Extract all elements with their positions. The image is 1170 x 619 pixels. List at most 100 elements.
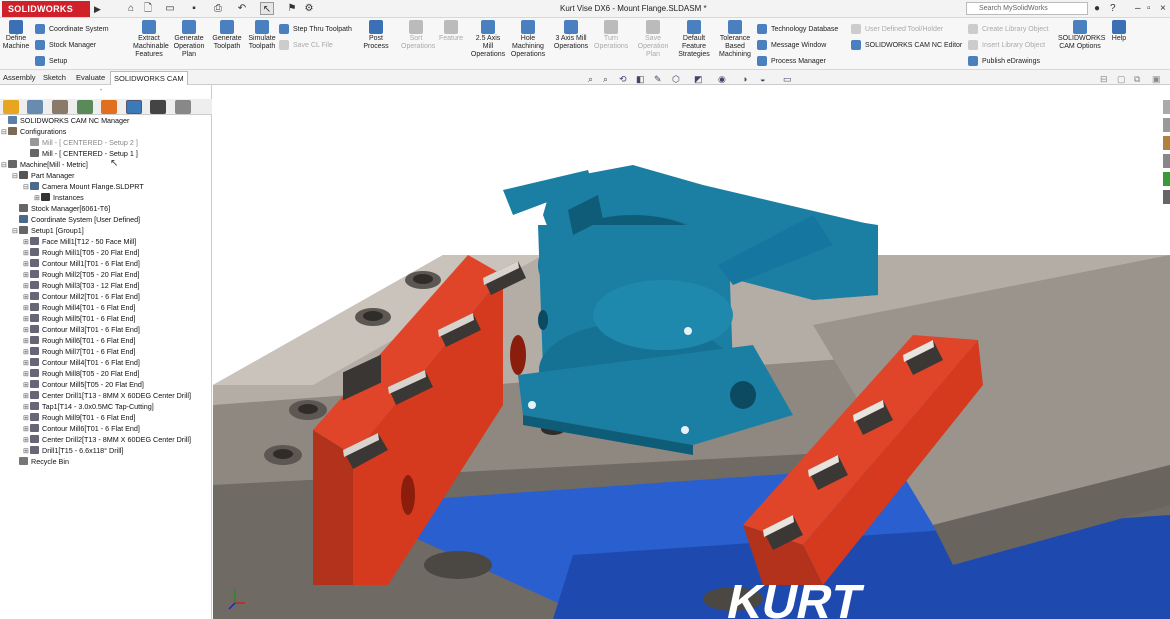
tab-assembly[interactable]: Assembly [0,71,39,85]
property-manager-tab-icon[interactable] [27,100,43,114]
tolerance-based-machining-button[interactable]: Tolerance Based Machining [716,20,754,59]
2-5-axis-mill-button[interactable]: 2.5 Axis Mill Operations [470,20,506,59]
tree-item[interactable]: Coordinate System [User Defined] [0,214,212,225]
generate-operation-plan-button[interactable]: Generate Operation Plan [172,20,206,59]
scene-icon[interactable]: ◒ [760,73,765,85]
tree-item[interactable]: ⊞ Rough Mill9[T01 - 6 Flat End] [0,412,212,423]
display-style-icon[interactable]: ◩ [694,73,703,85]
nc-editor-button[interactable]: SOLIDWORKS CAM NC Editor [851,40,962,51]
user-defined-tool-button[interactable]: User Defined Tool/Holder [851,24,943,35]
tree-item[interactable]: Stock Manager[6061-T6] [0,203,212,214]
tree-item[interactable]: ⊞ Contour Mill1[T01 - 6 Flat End] [0,258,212,269]
sort-operations-button[interactable]: Sort Operations [401,20,435,51]
tree-item[interactable]: ⊟ Setup1 [Group1] [0,225,212,236]
tree-item[interactable]: ⊞ Contour Mill3[T01 - 6 Flat End] [0,324,212,335]
hide-show-icon[interactable]: ◉ [718,73,726,85]
feature-manager-tab-icon[interactable] [3,100,19,114]
tree-item[interactable]: ⊞ Rough Mill7[T01 - 6 Flat End] [0,346,212,357]
cam-feature-tree-tab-icon[interactable] [126,100,142,114]
generate-toolpath-button[interactable]: Generate Toolpath [210,20,244,51]
search-input[interactable]: Search MySolidWorks [966,2,1088,15]
tree-item[interactable]: ⊞ Face Mill1[T12 - 50 Face Mill] [0,236,212,247]
publish-edrawings-button[interactable]: Publish eDrawings [968,56,1040,67]
tree-item[interactable]: ⊞ Rough Mill8[T05 - 20 Flat End] [0,368,212,379]
tree-item[interactable]: ⊞ Rough Mill1[T05 - 20 Flat End] [0,247,212,258]
panel-tile-icon[interactable]: ⧉ [1134,73,1140,85]
undo-icon[interactable]: ↶ [235,2,249,15]
tree-item[interactable]: ⊟ Camera Mount Flange.SLDPRT [0,181,212,192]
tree-item[interactable]: Mill - [ CENTERED - Setup 1 ] [0,148,212,159]
tree-item[interactable]: ⊞ Rough Mill2[T05 - 20 Flat End] [0,269,212,280]
turn-operations-button[interactable]: Turn Operations [594,20,628,51]
process-manager-button[interactable]: Process Manager [757,56,826,67]
tab-sketch[interactable]: Sketch [40,71,69,85]
dim-xpert-tab-icon[interactable] [77,100,93,114]
previous-view-icon[interactable]: ⟲ [619,73,627,85]
tree-item[interactable]: Mill - [ CENTERED - Setup 2 ] [0,137,212,148]
tree-item[interactable]: Recycle Bin [0,456,212,467]
new-doc-icon[interactable]: 🗋 [141,2,155,15]
message-window-button[interactable]: Message Window [757,40,826,51]
post-process-button[interactable]: Post Process [363,20,389,51]
panel-close-icon[interactable]: ▣ [1152,73,1161,85]
simulate-toolpath-button[interactable]: Simulate Toolpath [246,20,278,51]
menu-arrow-icon[interactable]: ▶ [94,2,103,16]
panel-grip-icon[interactable]: • [100,88,106,94]
minimize-icon[interactable]: – [1135,2,1141,15]
display-manager-tab-icon[interactable] [101,100,117,114]
tree-item[interactable]: ⊞ Tap1[T14 - 3.0x0.5MC Tap-Cutting] [0,401,212,412]
task-pane-resources-icon[interactable] [1163,118,1170,132]
task-pane-library-icon[interactable] [1163,136,1170,150]
tab-evaluate[interactable]: Evaluate [73,71,108,85]
view-orientation-icon[interactable]: ⬡ [672,73,680,85]
solidworks-cam-options-button[interactable]: SOLIDWORKS CAM Options [1058,20,1105,51]
3-axis-mill-button[interactable]: 3 Axis Mill Operations [553,20,589,51]
tree-item[interactable]: ⊞ Contour Mill6[T01 - 6 Flat End] [0,423,212,434]
define-machine-button[interactable]: Define Machine [2,20,30,51]
print-icon[interactable]: ⎙ [211,2,225,15]
tree-item[interactable]: ⊞ Rough Mill3[T03 - 12 Flat End] [0,280,212,291]
tree-item[interactable]: ⊞ Rough Mill4[T01 - 6 Flat End] [0,302,212,313]
tree-item[interactable]: ⊟ Part Manager [0,170,212,181]
tree-item[interactable]: ⊞ Rough Mill5[T01 - 6 Flat End] [0,313,212,324]
configuration-manager-tab-icon[interactable] [52,100,68,114]
tab-solidworks-cam[interactable]: SOLIDWORKS CAM [110,71,188,85]
tree-item[interactable]: ⊞ Drill1[T15 - 6.6x118° Drill] [0,445,212,456]
task-pane-view-palette-icon[interactable] [1163,172,1170,186]
select-icon[interactable]: ↖ [260,2,274,15]
restore-icon[interactable]: ▫ [1147,2,1151,15]
tree-item[interactable]: ⊞ Rough Mill6[T01 - 6 Flat End] [0,335,212,346]
hole-machining-button[interactable]: Hole Machining Operations [510,20,546,59]
task-pane-explorer-icon[interactable] [1163,154,1170,168]
tree-item[interactable]: ⊞ Center Drill2[T13 - 8MM X 60DEG Center … [0,434,212,445]
zoom-fit-icon[interactable]: ⌕ [588,73,593,85]
tree-item[interactable]: SOLIDWORKS CAM NC Manager [0,115,212,126]
tree-item[interactable]: ⊟ Configurations [0,126,212,137]
default-feature-strategies-button[interactable]: Default Feature Strategies [677,20,711,59]
panel-collapse-icon[interactable]: ⊟ [1100,73,1108,85]
step-thru-toolpath-button[interactable]: Step Thru Toolpath [279,24,352,35]
task-pane-home-icon[interactable] [1163,100,1170,114]
create-library-object-button[interactable]: Create Library Object [968,24,1049,35]
technology-database-button[interactable]: Technology Database [757,24,838,35]
save-icon[interactable]: ▪ [187,2,201,15]
coordinate-system-button[interactable]: Coordinate System [35,24,109,35]
rebuild-icon[interactable]: ⚑ [286,2,298,15]
save-cl-file-button[interactable]: Save CL File [279,40,333,51]
tree-item[interactable]: ⊞ Contour Mill4[T01 - 6 Flat End] [0,357,212,368]
home-icon[interactable]: ⌂ [124,2,138,15]
graphics-viewport[interactable]: KURT [213,85,1170,619]
save-operation-plan-button[interactable]: Save Operation Plan [636,20,670,59]
zoom-area-icon[interactable]: ⌕ [603,73,608,85]
tree-item[interactable]: ⊞ Contour Mill2[T01 - 6 Flat End] [0,291,212,302]
task-pane-appearances-icon[interactable] [1163,190,1170,204]
dynamic-annotation-icon[interactable]: ✎ [654,73,662,85]
section-view-icon[interactable]: ◧ [636,73,645,85]
tree-item[interactable]: ⊞ Center Drill1[T13 - 8MM X 60DEG Center … [0,390,212,401]
help-icon[interactable]: ? [1110,2,1116,15]
open-icon[interactable]: ▭ [163,2,177,15]
user-icon[interactable]: ● [1094,2,1100,15]
appearance-icon[interactable]: ◑ [742,73,747,85]
tree-item[interactable]: ⊞ Contour Mill5[T05 - 20 Flat End] [0,379,212,390]
setup-button[interactable]: Setup [35,56,67,67]
